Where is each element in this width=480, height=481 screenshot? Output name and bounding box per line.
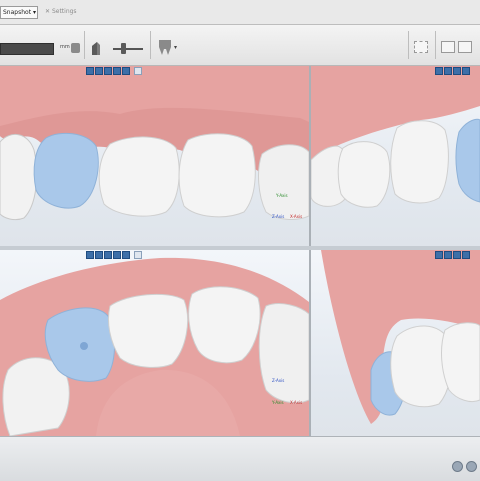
maximize-icon[interactable] [134, 67, 142, 75]
status-bar [0, 436, 480, 481]
snapshot-dropdown[interactable]: Snapshot ▾ [0, 6, 38, 19]
settings-button[interactable]: ✕ Settings [45, 8, 77, 15]
view-icon[interactable] [104, 251, 112, 259]
axis-label-z: Z-Axis [272, 214, 285, 219]
ruler-icon[interactable] [71, 43, 80, 53]
viewport-labial-left[interactable] [311, 66, 480, 246]
axis-label-y: Y-Axis [276, 193, 288, 198]
opacity-slider-handle[interactable] [121, 43, 126, 54]
tooth-icon[interactable] [158, 39, 172, 56]
axis-label-z: Z-Axis [272, 378, 285, 383]
view-icon[interactable] [444, 67, 452, 75]
view-icon[interactable] [113, 67, 121, 75]
measurement-field[interactable] [0, 43, 54, 55]
viewport-labial-right[interactable]: Y-Axis Z-Axis X-Axis [0, 66, 309, 246]
chevron-down-icon[interactable]: ▾ [174, 44, 177, 51]
axis-label-x: X-Axis [290, 214, 303, 219]
opacity-slider[interactable] [113, 48, 143, 50]
view-icon[interactable] [86, 251, 94, 259]
main-toolbar: mm ▾ [0, 25, 480, 66]
settings-label: Settings [51, 8, 77, 15]
chevron-down-icon: ▾ [32, 9, 36, 16]
layout-split-icon[interactable] [441, 41, 455, 53]
axis-label-y: Y-Axis [272, 400, 284, 405]
maximize-icon[interactable] [134, 251, 142, 259]
view-toolbar [435, 67, 470, 75]
view-icon[interactable] [86, 67, 94, 75]
view-toolbar [86, 67, 142, 75]
viewport-divider-vertical[interactable] [309, 66, 311, 436]
dental-model-labial-right [0, 66, 309, 221]
view-icon[interactable] [444, 251, 452, 259]
view-icon[interactable] [453, 251, 461, 259]
top-menu-strip: Snapshot ▾ ✕ Settings [0, 0, 480, 25]
viewport-divider-horizontal[interactable] [0, 246, 480, 250]
transparency-icon[interactable] [90, 41, 102, 56]
dental-model-oblique [321, 250, 480, 424]
toolbar-separator [408, 31, 409, 59]
view-icon[interactable] [95, 251, 103, 259]
view-toolbar [435, 251, 470, 259]
dental-model-occlusal [0, 257, 309, 436]
layout-quad-icon[interactable] [414, 41, 428, 53]
toolbar-separator [435, 31, 436, 59]
viewport-oblique[interactable] [311, 250, 480, 436]
view-toolbar [86, 251, 142, 259]
view-icon[interactable] [122, 251, 130, 259]
unit-label: mm [60, 44, 70, 50]
dental-model-labial-left [311, 66, 480, 208]
toolbar-separator [150, 31, 151, 59]
view-icon[interactable] [462, 251, 470, 259]
view-icon[interactable] [453, 67, 461, 75]
view-icon[interactable] [462, 67, 470, 75]
layout-split-icon[interactable] [458, 41, 472, 53]
axis-label-x: X-Axis [290, 400, 303, 405]
toolbar-separator [84, 31, 85, 59]
search-icon[interactable] [466, 461, 477, 472]
view-icon[interactable] [435, 67, 443, 75]
settings-icon: ✕ [45, 8, 51, 15]
view-icon[interactable] [435, 251, 443, 259]
view-icon[interactable] [122, 67, 130, 75]
view-icon[interactable] [113, 251, 121, 259]
viewport-occlusal[interactable]: Z-Axis Y-Axis X-Axis [0, 250, 309, 436]
zoom-icon[interactable] [452, 461, 463, 472]
snapshot-label: Snapshot [3, 9, 32, 16]
view-icon[interactable] [104, 67, 112, 75]
view-icon[interactable] [95, 67, 103, 75]
